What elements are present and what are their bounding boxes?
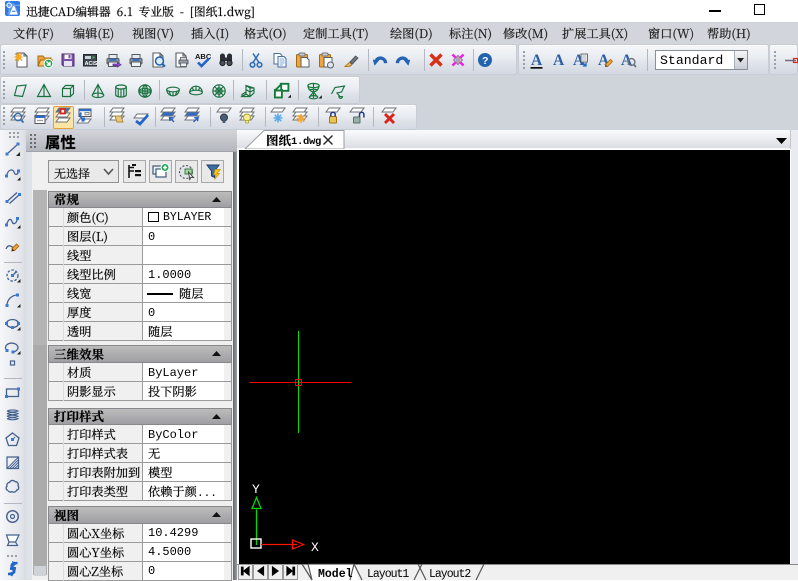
svg-text:A: A: [621, 52, 633, 69]
svg-text:?: ?: [482, 55, 488, 67]
svg-text:ACIS: ACIS: [85, 61, 98, 67]
svg-text:Layout1: Layout1: [367, 568, 409, 581]
svg-text:A: A: [598, 52, 610, 69]
svg-text:X: X: [311, 540, 319, 555]
svg-text:Layout2: Layout2: [429, 568, 471, 581]
svg-text:A: A: [531, 52, 543, 69]
svg-text:Model: Model: [318, 568, 353, 581]
svg-text:A: A: [553, 52, 565, 69]
svg-text:Y: Y: [252, 482, 260, 497]
